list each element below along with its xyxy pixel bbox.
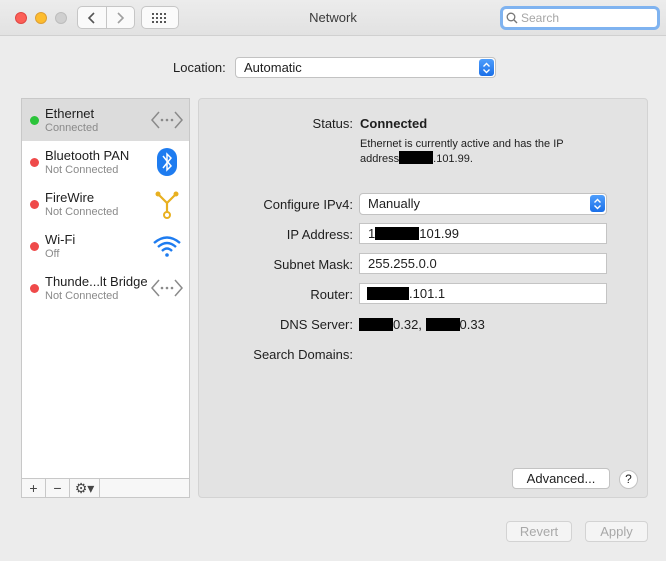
help-button[interactable]: ?	[619, 470, 638, 489]
service-actions-menu-button[interactable]: ⚙▾	[70, 479, 100, 497]
search-input[interactable]	[518, 11, 648, 25]
dns-server-label: DNS Server:	[280, 317, 353, 332]
service-item-wifi[interactable]: Wi-Fi Off	[22, 225, 189, 267]
service-name: FireWire	[45, 190, 95, 205]
status-dot	[30, 200, 39, 209]
service-status: Not Connected	[45, 206, 119, 218]
ip-address-field[interactable]: 1 101.99	[359, 223, 607, 244]
service-name: Wi-Fi	[45, 232, 76, 247]
location-label: Location:	[173, 60, 226, 75]
ethernet-arrows-icon	[150, 272, 184, 304]
title-bar: Network	[0, 0, 666, 36]
status-description-ip-suffix: .101.99.	[433, 153, 473, 165]
router-field[interactable]: .101.1	[359, 283, 607, 304]
service-status: Not Connected	[45, 164, 119, 176]
service-item-bluetooth-pan[interactable]: Bluetooth PAN Not Connected	[22, 141, 189, 183]
dns-server-2: 0.33	[459, 317, 485, 332]
updown-arrows-icon	[483, 62, 490, 73]
service-name: Ethernet	[45, 106, 95, 121]
service-name: Bluetooth PAN	[45, 148, 130, 163]
configure-ipv4-stepper	[590, 195, 605, 212]
redaction-box	[375, 227, 420, 240]
remove-service-button[interactable]: −	[46, 479, 70, 497]
service-item-ethernet[interactable]: Ethernet Connected	[22, 99, 189, 141]
service-status: Off	[45, 248, 60, 260]
subnet-mask-field[interactable]: 255.255.0.0	[359, 253, 607, 274]
status-dot	[30, 158, 39, 167]
service-list-toolbar: + − ⚙▾	[21, 478, 190, 498]
apply-button[interactable]: Apply	[585, 521, 648, 542]
ip-address-label: IP Address:	[286, 227, 353, 242]
location-stepper	[479, 59, 494, 76]
redaction-box	[367, 287, 409, 300]
service-status: Connected	[45, 122, 99, 134]
bluetooth-icon	[150, 146, 184, 178]
add-service-button[interactable]: +	[22, 479, 46, 497]
configure-ipv4-label: Configure IPv4:	[263, 197, 353, 212]
ip-address-suffix: 101.99	[419, 226, 459, 241]
status-dot	[30, 116, 39, 125]
search-domains-label: Search Domains:	[253, 347, 353, 362]
firewire-icon	[150, 188, 184, 220]
router-suffix: .101.1	[409, 286, 446, 301]
redaction-box	[359, 318, 393, 331]
service-item-firewire[interactable]: FireWire Not Connected	[22, 183, 189, 225]
router-label: Router:	[310, 287, 353, 302]
updown-arrows-icon	[594, 198, 601, 209]
dns-server-1: 0.32,	[393, 317, 422, 332]
configure-ipv4-select[interactable]: Manually	[359, 193, 607, 215]
dns-server-value: 0.32, 0.33	[359, 317, 485, 332]
search-field[interactable]	[500, 6, 660, 30]
status-label: Status:	[312, 116, 353, 131]
location-value: Automatic	[244, 60, 302, 75]
status-description: Ethernet is currently active and has the…	[360, 137, 600, 166]
revert-button[interactable]: Revert	[506, 521, 572, 542]
redaction-box	[425, 318, 460, 331]
wifi-icon	[150, 230, 184, 262]
advanced-button[interactable]: Advanced...	[512, 468, 610, 489]
ethernet-arrows-icon	[150, 104, 184, 136]
search-icon	[506, 12, 518, 24]
ip-address-prefix: 1	[368, 226, 376, 241]
status-value: Connected	[360, 116, 428, 131]
service-item-thunderbolt-bridge[interactable]: Thunde...lt Bridge Not Connected	[22, 267, 189, 309]
service-list: Ethernet Connected Bluetooth PAN Not Con…	[21, 98, 190, 498]
location-select[interactable]: Automatic	[235, 57, 496, 78]
subnet-mask-label: Subnet Mask:	[273, 257, 354, 272]
status-dot	[30, 284, 39, 293]
status-dot	[30, 242, 39, 251]
service-status: Not Connected	[45, 290, 119, 302]
service-name: Thunde...lt Bridge	[45, 274, 148, 289]
redaction-box	[399, 151, 434, 164]
configure-ipv4-value: Manually	[368, 196, 421, 211]
